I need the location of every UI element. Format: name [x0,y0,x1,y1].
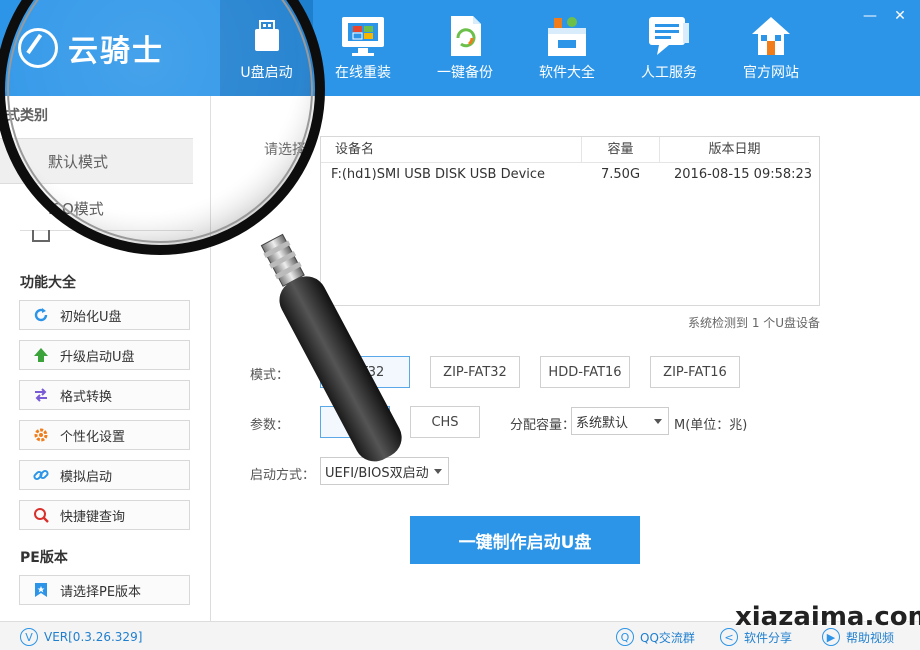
qq-group-label: QQ交流群 [640,630,695,645]
table-cell-device: F:(hd1)SMI USB DISK USB Device [331,167,546,182]
make-boot-usb-button[interactable]: 一键制作启动U盘 [410,516,640,564]
gear-icon [32,426,50,444]
device-table: 设备名 容量 版本日期 F:(hd1)SMI USB DISK USB Devi… [320,136,820,306]
nav-label: U盘启动 [240,65,293,81]
version-text: VER[0.3.26.329] [44,630,143,644]
select-pe-version-button[interactable]: 请选择PE版本 [19,575,190,605]
param-option-chs[interactable]: CHS [410,406,480,438]
software-box-icon [544,14,590,58]
mode-option-zip-fat32[interactable]: ZIP-FAT32 [430,356,520,388]
mode-option-hdd-fat16[interactable]: HDD-FAT16 [540,356,630,388]
home-icon [748,14,794,58]
arrow-up-icon [32,346,50,364]
boot-mode-select[interactable]: UEFI/BIOS双启动 [320,457,449,485]
nav-manual-service[interactable]: 人工服务 [619,0,719,96]
func-label: 个性化设置 [60,429,126,445]
boot-mode-value: UEFI/BIOS双启动 [325,465,429,481]
nav-usb-boot[interactable]: U盘启动 [220,0,313,96]
nav-label: 官方网站 [743,65,799,81]
alloc-unit-label: M(单位：兆) [674,418,748,433]
alloc-capacity-value: 系统默认 [576,415,629,431]
func-label: 请选择PE版本 [60,584,142,600]
alloc-capacity-select[interactable]: 系统默认 [571,407,669,435]
func-label: 初始化U盘 [60,309,122,325]
mode-item-label: 默认模式 [48,152,109,171]
logo-icon [18,28,58,68]
nav-label: 一键备份 [437,65,493,81]
mode-option-fat32[interactable]: FAT32 [320,356,410,388]
mode-category-title: 式类别 [6,108,48,124]
close-button[interactable]: ✕ [892,8,908,24]
chat-icon [646,14,692,58]
format-convert-button[interactable]: 格式转换 [19,380,190,410]
bookmark-icon [32,581,50,599]
func-label: 快捷键查询 [60,509,126,525]
main-panel: 请选择 设备名 容量 版本日期 F:(hd1)SMI USB DISK USB … [212,96,920,621]
mode-option-zip-fat16[interactable]: ZIP-FAT16 [650,356,740,388]
nav-label: 人工服务 [641,65,697,81]
hotkey-query-button[interactable]: 快捷键查询 [19,500,190,530]
mode-label: 模式： [250,368,290,383]
nav-one-key-backup[interactable]: 一键备份 [415,0,515,96]
detected-devices-text: 系统检测到 1 个U盘设备 [688,316,821,330]
minimize-button[interactable]: — [862,8,878,24]
func-label: 格式转换 [60,389,113,405]
monitor-windows-icon [340,14,386,58]
func-label: 升级启动U盘 [60,349,135,365]
sidebar: 式类别 默认模式 ISO模式 功能大全 初始化U盘 升级启动U盘 格式转换 个性… [0,96,211,621]
qq-icon: Q [616,628,634,646]
chevron-down-icon [434,469,442,474]
watermark: xiazaima.com [735,602,920,632]
app-logo: 云骑士 [0,0,220,96]
pe-version-title: PE版本 [20,550,68,566]
search-icon [32,506,50,524]
mode-item-iso[interactable]: ISO模式 [0,185,193,231]
refresh-icon [32,306,50,324]
nav-software[interactable]: 软件大全 [517,0,617,96]
alloc-capacity-label: 分配容量： [510,418,576,433]
table-cell-date: 2016-08-15 09:58:23 [674,167,813,182]
init-usb-button[interactable]: 初始化U盘 [19,300,190,330]
backup-icon [442,14,488,58]
monitor-icon [32,230,50,242]
table-header-device: 设备名 [321,137,581,163]
mode-item-default[interactable]: 默认模式 [0,138,193,184]
qq-group-link[interactable]: Q QQ交流群 [616,628,695,646]
personalize-button[interactable]: 个性化设置 [19,420,190,450]
version-info: V VER[0.3.26.329] [20,628,142,646]
select-device-label: 请选择 [264,142,306,158]
upgrade-boot-usb-button[interactable]: 升级启动U盘 [19,340,190,370]
chevron-down-icon [654,419,662,424]
table-header-date: 版本日期 [659,137,809,163]
usb-icon [244,14,290,58]
function-title: 功能大全 [20,275,76,291]
table-header-capacity: 容量 [581,137,659,163]
mode-item-label: ISO模式 [48,199,104,218]
nav-official-site[interactable]: 官方网站 [721,0,821,96]
top-bar: 云骑士 U盘启动 在线重装 一键备份 软件大全 人工服务 官方网站 — ✕ [0,0,920,96]
nav-online-reinstall[interactable]: 在线重装 [313,0,413,96]
link-icon [32,466,50,484]
param-label: 参数： [250,418,290,433]
simulate-boot-button[interactable]: 模拟启动 [19,460,190,490]
nav-label: 软件大全 [539,65,595,81]
table-cell-capacity: 7.50G [601,167,641,182]
func-label: 模拟启动 [60,469,113,485]
param-option-n[interactable]: N [320,406,390,438]
boot-mode-label: 启动方式： [250,468,316,483]
version-icon: V [20,628,38,646]
swap-icon [32,386,50,404]
logo-text: 云骑士 [68,34,164,69]
nav-label: 在线重装 [335,65,391,81]
